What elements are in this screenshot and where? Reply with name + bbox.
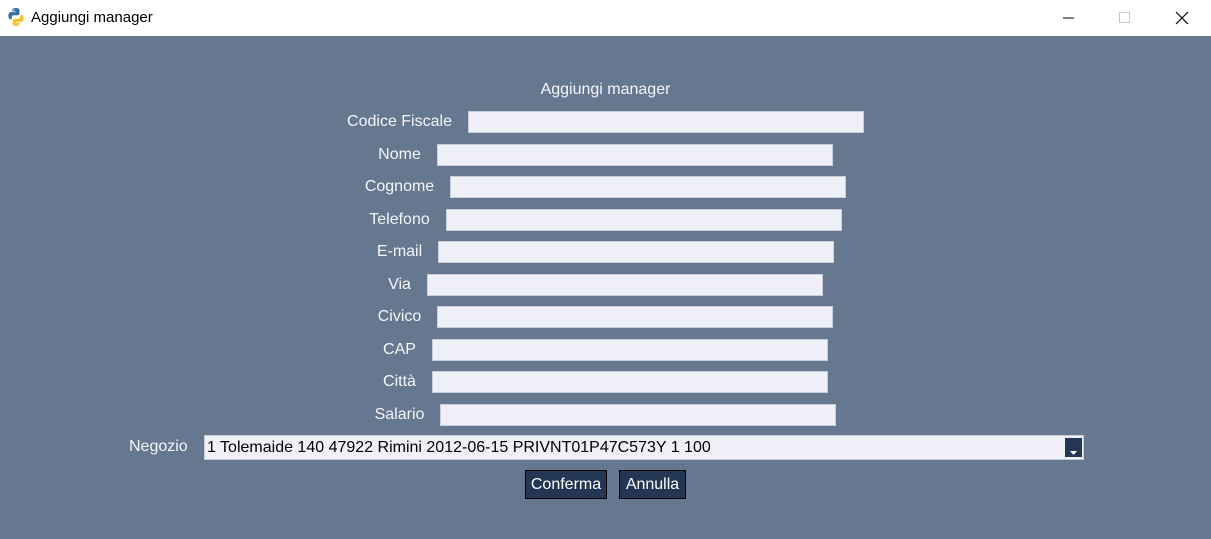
title-bar: Aggiungi manager [0,0,1211,36]
negozio-selected-value: 1 Tolemaide 140 47922 Rimini 2012-06-15 … [207,438,711,456]
confirm-button[interactable]: Conferma [525,470,607,499]
row-civico: Civico [0,304,1211,330]
nome-input[interactable] [436,144,833,166]
row-codice-fiscale: Codice Fiscale [0,109,1211,135]
minimize-icon [1063,17,1074,19]
row-cognome: Cognome [0,174,1211,200]
maximize-button[interactable] [1096,0,1154,36]
action-buttons: Conferma Annulla [0,470,1211,499]
negozio-label: Negozio [129,438,188,455]
email-input[interactable] [438,241,835,263]
dropdown-arrow-icon[interactable] [1065,437,1082,457]
via-label: Via [388,276,411,293]
salario-label: Salario [374,406,425,423]
codice-fiscale-input[interactable] [467,111,864,133]
form-heading: Aggiungi manager [540,81,671,98]
civico-label: Civico [377,308,422,325]
close-button[interactable] [1153,0,1211,36]
row-salario: Salario [0,402,1211,428]
cognome-input[interactable] [450,176,847,198]
citta-input[interactable] [431,371,828,393]
telefono-input[interactable] [445,209,842,231]
telefono-label: Telefono [369,211,430,228]
civico-input[interactable] [437,306,834,328]
email-label: E-mail [376,243,423,260]
cap-label: CAP [383,341,416,358]
cancel-button[interactable]: Annulla [619,470,686,499]
close-icon [1175,11,1189,25]
window-title: Aggiungi manager [31,9,153,26]
row-nome: Nome [0,142,1211,168]
negozio-select[interactable]: 1 Tolemaide 140 47922 Rimini 2012-06-15 … [204,434,1084,460]
row-cap: CAP [0,337,1211,363]
row-citta: Città [0,369,1211,395]
cognome-label: Cognome [364,178,435,195]
salario-input[interactable] [440,404,837,426]
minimize-button[interactable] [1040,0,1098,36]
form-area: Aggiungi manager Codice Fiscale Nome Cog… [0,36,1211,539]
row-negozio: Negozio 1 Tolemaide 140 47922 Rimini 201… [129,434,1084,460]
row-email: E-mail [0,239,1211,265]
via-input[interactable] [426,274,823,296]
codice-fiscale-label: Codice Fiscale [347,113,452,130]
cap-input[interactable] [431,339,828,361]
row-via: Via [0,272,1211,298]
nome-label: Nome [378,146,421,163]
maximize-icon [1119,12,1130,23]
row-telefono: Telefono [0,207,1211,233]
citta-label: Città [383,373,416,390]
python-icon [6,7,26,27]
